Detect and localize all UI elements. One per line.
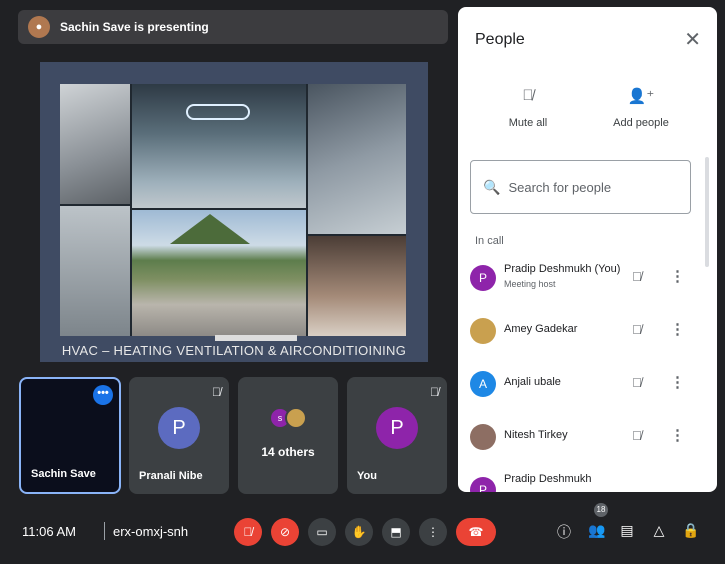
people-count-badge: 18 <box>594 503 608 517</box>
mic-off-icon[interactable]: 🎙̸ <box>632 322 642 337</box>
others-avatars: s <box>269 407 307 429</box>
more-vert-icon[interactable]: ⋮ <box>670 373 685 391</box>
chat-icon[interactable]: ▤ <box>616 522 638 539</box>
camera-toggle-button[interactable]: ⊘ <box>271 518 299 546</box>
more-vert-icon[interactable]: ⋮ <box>670 267 685 285</box>
time-label: 11:06 AM <box>22 524 76 539</box>
more-vert-icon: ⋮ <box>427 525 439 539</box>
scrollbar[interactable] <box>705 157 709 267</box>
present-button[interactable]: ⬒ <box>382 518 410 546</box>
tile-name: Sachin Save <box>31 468 96 480</box>
mic-off-icon: 🎙̸ <box>212 385 221 399</box>
activities-icon[interactable]: △ <box>648 522 670 539</box>
presenter-avatar: ● <box>28 16 50 38</box>
shared-screen: HVAC – HEATING VENTILATION & AIRCONDITIO… <box>40 62 428 362</box>
in-call-heading: In call <box>475 235 504 247</box>
add-person-icon: 👤⁺ <box>627 88 655 105</box>
divider <box>104 522 105 540</box>
slide-photo-collage <box>60 84 406 336</box>
slide-hexagon-light <box>186 104 250 120</box>
person-role: Meeting host <box>504 279 556 289</box>
tile-you[interactable]: 🎙̸ P You <box>347 377 447 494</box>
slide-photo <box>60 206 130 336</box>
mic-off-icon[interactable]: 🎙̸ <box>632 428 642 443</box>
people-icon[interactable]: 👥 <box>586 522 608 539</box>
more-vert-icon[interactable]: ⋮ <box>670 320 685 338</box>
slide-small-banner <box>215 335 297 341</box>
avatar: P <box>376 407 418 449</box>
presenter-label: Sachin Save is presenting <box>60 20 209 34</box>
tile-sachin-save[interactable]: ••• Sachin Save <box>19 377 121 494</box>
close-icon[interactable]: ✕ <box>684 27 701 52</box>
slide-photo <box>132 84 306 208</box>
slide-photo <box>308 236 406 336</box>
more-vert-icon[interactable]: ⋮ <box>670 426 685 444</box>
tile-pranali-nibe[interactable]: 🎙̸ P Pranali Nibe <box>129 377 229 494</box>
end-call-button[interactable]: ☎ <box>456 518 496 546</box>
people-panel: People ✕ 🎙̸ Mute all 👤⁺ Add people 🔍 In … <box>458 7 717 492</box>
tile-name: You <box>357 470 377 482</box>
phone-hangup-icon: ☎ <box>468 525 484 539</box>
mute-all-button[interactable]: 🎙̸ Mute all <box>488 87 568 129</box>
camera-off-icon: ⊘ <box>279 525 291 539</box>
mic-off-icon: 🎙̸ <box>522 87 534 104</box>
person-name: Anjali ubale <box>504 376 561 388</box>
avatar-photo <box>470 424 496 450</box>
avatar: P <box>470 265 496 291</box>
presenter-banner: ● Sachin Save is presenting <box>18 10 448 44</box>
person-name: Nitesh Tirkey <box>504 429 568 441</box>
slide-photo <box>308 84 406 234</box>
list-item-person[interactable]: P Pradip Deshmukh (You) Meeting host 🎙̸ … <box>458 257 717 299</box>
tile-others[interactable]: s 14 others <box>238 377 338 494</box>
slide-mountain <box>170 214 250 244</box>
host-controls-icon[interactable]: 🔒 <box>680 522 702 539</box>
mic-toggle-button[interactable]: 🎙̸ <box>234 518 262 546</box>
bottom-control-bar: 11:06 AM erx-omxj-snh 🎙̸ ⊘ ▭ ✋ ⬒ ⋮ ☎ ⓘ 👥… <box>0 500 725 564</box>
avatar-photo <box>470 318 496 344</box>
mute-all-label: Mute all <box>508 117 548 129</box>
search-icon: 🔍 <box>483 178 501 195</box>
avatar: P <box>158 407 200 449</box>
hand-icon: ✋ <box>351 525 367 539</box>
mic-off-icon[interactable]: 🎙̸ <box>632 375 642 390</box>
mic-off-icon[interactable]: 🎙̸ <box>632 269 642 284</box>
person-name: Pradip Deshmukh (You) <box>504 263 621 275</box>
more-options-icon[interactable]: ••• <box>93 385 113 405</box>
meet-window: ● Sachin Save is presenting HVAC – HEATI… <box>0 0 725 564</box>
avatar: P <box>470 477 496 492</box>
present-icon: ⬒ <box>390 525 402 539</box>
captions-icon: ▭ <box>316 525 328 539</box>
avatar-photo <box>285 407 307 429</box>
list-item-person[interactable]: Nitesh Tirkey 🎙̸ ⋮ <box>458 416 717 458</box>
others-count-label: 14 others <box>261 445 315 459</box>
list-item-person[interactable]: P Pradip Deshmukh <box>458 469 717 492</box>
info-icon[interactable]: ⓘ <box>553 522 575 542</box>
list-item-person[interactable]: Amey Gadekar 🎙̸ ⋮ <box>458 310 717 352</box>
mic-off-icon: 🎙̸ <box>243 525 253 539</box>
add-people-label: Add people <box>613 117 669 129</box>
slide-photo <box>60 84 130 204</box>
person-name: Amey Gadekar <box>504 323 578 335</box>
captions-button[interactable]: ▭ <box>308 518 336 546</box>
meeting-code: erx-omxj-snh <box>113 524 189 539</box>
more-options-button[interactable]: ⋮ <box>419 518 447 546</box>
tile-name: Pranali Nibe <box>139 470 203 482</box>
person-name: Pradip Deshmukh <box>504 473 592 485</box>
raise-hand-button[interactable]: ✋ <box>345 518 373 546</box>
search-box[interactable]: 🔍 <box>470 160 691 214</box>
mic-off-icon: 🎙̸ <box>430 385 439 399</box>
list-item-person[interactable]: A Anjali ubale 🎙̸ ⋮ <box>458 363 717 405</box>
avatar: A <box>470 371 496 397</box>
search-input[interactable] <box>508 179 679 195</box>
add-people-button[interactable]: 👤⁺ Add people <box>601 87 681 129</box>
slide-caption: HVAC – HEATING VENTILATION & AIRCONDITIO… <box>61 343 407 358</box>
panel-title: People <box>475 31 525 48</box>
